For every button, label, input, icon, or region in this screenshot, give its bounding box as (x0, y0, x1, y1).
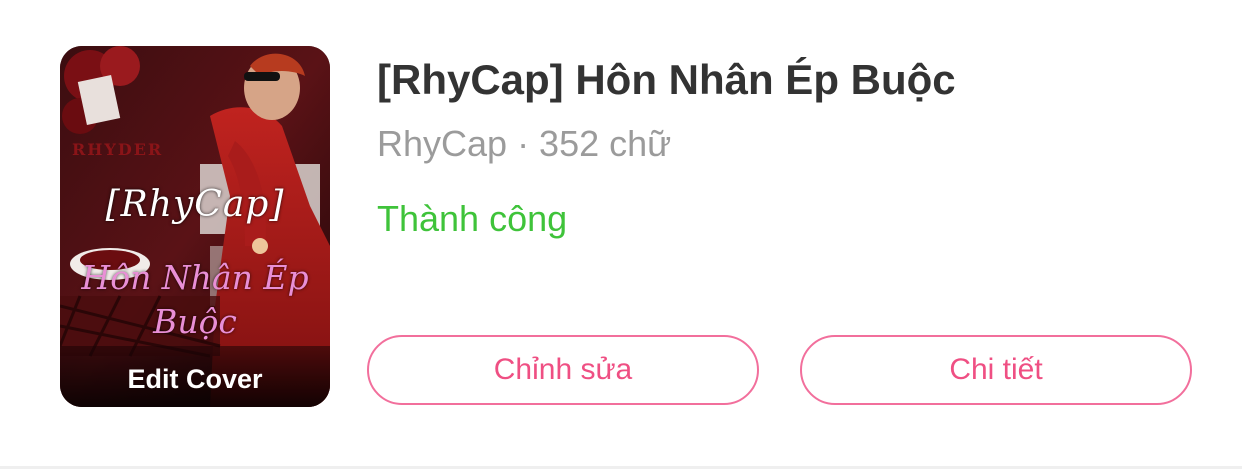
cover-subtitle-text: Hôn Nhân Ép Buộc (81, 258, 309, 341)
publish-status: Thành công (377, 198, 568, 239)
story-cover[interactable]: RHYDER [RhyCap] Hôn Nhân Ép Buộc Edit Co… (60, 46, 330, 407)
edit-button[interactable]: Chỉnh sửa (367, 335, 759, 405)
cover-title-text: [RhyCap] (105, 184, 285, 225)
details-button[interactable]: Chi tiết (800, 335, 1192, 405)
story-meta: RhyCap · 352 chữ (377, 123, 672, 164)
story-card: RHYDER [RhyCap] Hôn Nhân Ép Buộc Edit Co… (0, 0, 1242, 469)
cover-mark-text: RHYDER (72, 140, 164, 159)
story-title: [RhyCap] Hôn Nhân Ép Buộc (377, 56, 956, 103)
edit-cover-button[interactable]: Edit Cover (60, 347, 330, 407)
